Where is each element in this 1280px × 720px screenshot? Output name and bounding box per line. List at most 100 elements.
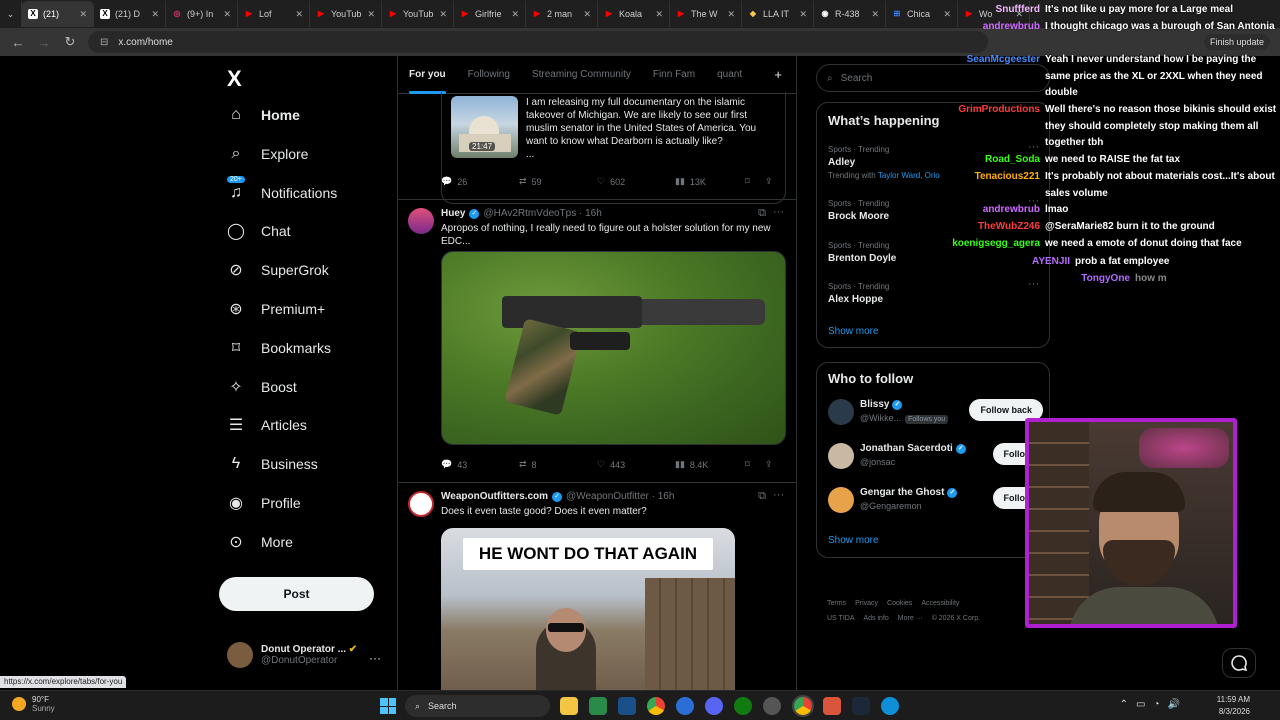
account-switcher[interactable]: Donut Operator ... ✔ @DonutOperator [227,642,357,668]
chrome-icon[interactable] [792,695,814,717]
browser-tab[interactable]: ◎ (9+) In ✕ [166,1,238,27]
tweet[interactable]: WeaponOutfitters.com ✓ @WeaponOutfitter … [398,483,796,690]
avatar[interactable] [408,208,434,234]
footer-link[interactable]: Terms [827,600,846,607]
author-handle[interactable]: @WeaponOutfitter · 16h [566,491,674,502]
reload-icon[interactable]: ↻ [62,34,78,50]
nav-item-home[interactable]: ⌂ Home [227,106,300,124]
browser-tab[interactable]: ▶ 2 man ✕ [526,1,598,27]
more-icon[interactable]: ··· [773,489,784,501]
footer-link[interactable]: Ads info [864,615,889,622]
browser-tab[interactable]: X (21) ✕ [22,1,94,27]
more-icon[interactable]: ··· [773,206,784,218]
follow-suggestion[interactable]: Jonathan Sacerdoti ✓ @jonsac Follow [828,441,1043,475]
show-more-trends-link[interactable]: Show more [828,326,879,337]
tweet-image[interactable] [441,251,786,445]
browser-tab[interactable]: ▶ YouTub ✕ [310,1,382,27]
close-tab-icon[interactable]: ✕ [583,9,591,20]
follow-suggestion[interactable]: Gengar the Ghost ✓ @Gengaremon Follow [828,485,1043,519]
footer-link[interactable]: Privacy [855,600,878,607]
forward-icon[interactable]: → [36,35,52,50]
nav-item-bookmarks[interactable]: ⌑ Bookmarks [227,339,331,357]
steam-icon[interactable] [618,697,636,715]
trend-item[interactable]: Sports · Trending Alex Hoppe [828,282,889,305]
avatar[interactable] [828,399,854,425]
timeline-tab[interactable]: Finn Fam [642,56,706,94]
author-name[interactable]: WeaponOutfitters.com [441,491,548,502]
author-handle[interactable]: @HAv2RtmVdeoTps · 16h [483,208,601,219]
nav-item-profile[interactable]: ◉ Profile [227,494,301,512]
steam-icon[interactable] [852,697,870,715]
nav-item-business[interactable]: ϟ Business [227,455,318,473]
close-tab-icon[interactable]: ✕ [151,9,159,20]
app-icon[interactable] [589,697,607,715]
repost-button[interactable]: ⇄ 8 [519,459,597,470]
like-button[interactable]: ♡ 443 [597,459,675,470]
suggestion-name[interactable]: Blissy ✓ [860,399,903,410]
nav-item-chat[interactable]: ◯ Chat [227,222,291,240]
browser-tab[interactable]: ▶ Lof ✕ [238,1,310,27]
bookmark-icon[interactable]: ⌑ [745,459,765,470]
nav-item-articles[interactable]: ☰ Articles [227,416,307,434]
browser-tab[interactable]: ▶ Girlfrie ✕ [454,1,526,27]
browser-tab[interactable]: X (21) D ✕ [94,1,166,27]
footer-link[interactable]: US TIDA [827,615,855,622]
tweet[interactable]: Huey ✓ @HAv2RtmVdeoTps · 16h ⧉ ··· Aprop… [398,200,796,483]
browser-tab[interactable]: ▶ The W ✕ [670,1,742,27]
video-thumbnail[interactable]: 21:47 [451,96,518,158]
timeline-tab[interactable]: For you [398,56,457,94]
app-icon[interactable] [676,697,694,715]
suggestion-name[interactable]: Jonathan Sacerdoti ✓ [860,443,966,454]
nav-item-supergrok[interactable]: ⊘ SuperGrok [227,261,328,279]
like-button[interactable]: ♡ 602 [597,176,675,187]
avatar[interactable] [828,487,854,513]
quoted-tweet-card[interactable]: 21:47 I am releasing my full documentary… [441,92,786,204]
grok-chat-button[interactable] [1222,648,1256,678]
browser-tab[interactable]: ▶ Koala ✕ [598,1,670,27]
discord-icon[interactable] [705,697,723,715]
nav-item-notifications[interactable]: ♫ 20+ Notifications [227,175,337,202]
close-tab-icon[interactable]: ✕ [295,9,303,20]
footer-link[interactable]: Cookies [887,600,912,607]
close-tab-icon[interactable]: ✕ [223,9,231,20]
suggestion-name[interactable]: Gengar the Ghost ✓ [860,487,958,498]
follow-suggestion[interactable]: Blissy ✓ @Wikke... Follows you Follow back [828,397,1043,431]
show-more-follows-link[interactable]: Show more [828,535,879,546]
x-logo-icon[interactable]: X [227,66,242,92]
close-tab-icon[interactable]: ✕ [511,9,519,20]
taskbar-search[interactable]: ⌕ Search [405,695,550,717]
back-icon[interactable]: ← [10,35,26,50]
trend-item[interactable]: Sports · Trending Brock Moore [828,199,889,222]
avatar[interactable] [408,491,434,517]
system-tray[interactable]: ⌃ ▭ ◔ 🔊 [1120,699,1180,710]
add-tab-icon[interactable]: + [774,67,796,82]
nav-item-more[interactable]: ⊙ More [227,533,293,551]
timeline-tab[interactable]: Following [457,56,521,94]
reply-button[interactable]: 💬 26 [441,176,519,187]
views-button[interactable]: ▮▮ 8.4K [675,459,745,470]
share-icon[interactable]: ⇪ [765,459,773,470]
close-tab-icon[interactable]: ✕ [655,9,663,20]
views-button[interactable]: ▮▮ 13K [675,176,745,187]
timeline-tab[interactable]: quant [706,56,753,94]
browser-tab[interactable]: ◉ R-438 ✕ [814,1,886,27]
nav-item-premium[interactable]: ⊛ Premium+ [227,300,325,318]
timeline-tab[interactable]: Streaming Community [521,56,642,94]
address-input[interactable]: ⊟ x.com/home [88,31,988,53]
clock[interactable]: 11:59 AM 8/3/2026 [1217,694,1250,718]
start-icon[interactable] [380,698,396,714]
author-name[interactable]: Huey [441,208,465,219]
chrome-icon[interactable] [647,697,665,715]
grok-icon[interactable]: ⧉ [758,490,766,503]
nav-item-boost[interactable]: ✧ Boost [227,378,297,396]
close-tab-icon[interactable]: ✕ [799,9,807,20]
avatar[interactable] [828,443,854,469]
close-tab-icon[interactable]: ✕ [79,9,87,20]
app-icon[interactable] [823,697,841,715]
file-explorer-icon[interactable] [560,697,578,715]
app-icon[interactable] [881,697,899,715]
footer-link[interactable]: Accessibility [921,600,959,607]
xbox-icon[interactable] [734,697,752,715]
trend-item[interactable]: Sports · Trending Brenton Doyle [828,241,896,264]
weather-widget[interactable]: 90°F Sunny [12,695,55,713]
